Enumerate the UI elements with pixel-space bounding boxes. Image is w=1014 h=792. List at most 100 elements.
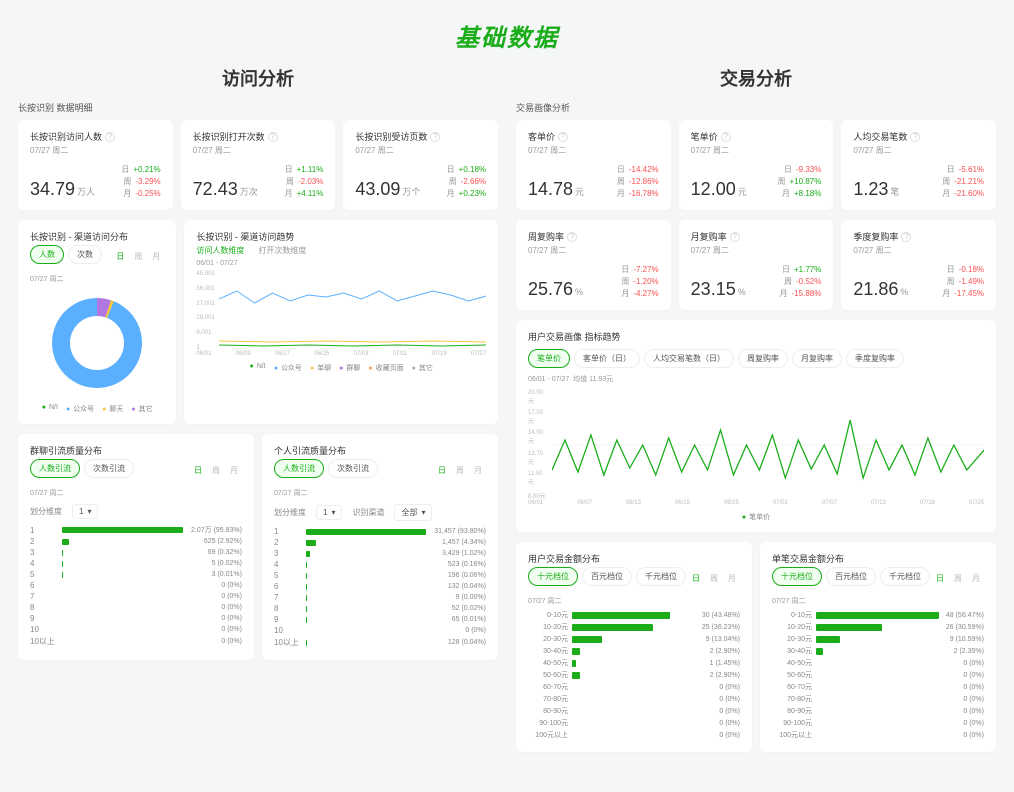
- date-label: 07/27 周二: [30, 488, 242, 498]
- period-toggle[interactable]: 日周月: [190, 463, 242, 478]
- tab-week[interactable]: 周复购率: [738, 349, 788, 368]
- dim-label: 划分维度: [274, 507, 306, 518]
- bar-row: 965 (0.01%): [274, 615, 486, 624]
- info-icon[interactable]: ?: [567, 232, 577, 242]
- info-icon[interactable]: ?: [558, 132, 568, 142]
- period-toggle[interactable]: 日周月: [688, 571, 740, 586]
- metric-value: 14.78: [528, 179, 573, 199]
- scan-select[interactable]: 全部 ▾: [394, 504, 432, 521]
- bar-row: 10以上0 (0%): [30, 636, 242, 647]
- metric-date: 07/27 周二: [528, 145, 659, 156]
- tab-ten[interactable]: 十元档位: [528, 567, 578, 586]
- bar-row: 70 (0%): [30, 592, 242, 601]
- period-toggle[interactable]: 日周月: [932, 571, 984, 586]
- bar-row: 5196 (0.06%): [274, 571, 486, 580]
- metric-title: 月复购率 ?: [691, 230, 822, 243]
- tab-times[interactable]: 次数: [68, 245, 102, 264]
- tab-month[interactable]: 月复购率: [792, 349, 842, 368]
- info-icon[interactable]: ?: [721, 132, 731, 142]
- bar-row: 2625 (2.92%): [30, 537, 242, 546]
- tab-times-flow[interactable]: 次数引流: [84, 459, 134, 478]
- personal-quality-card: 个人引流质量分布 人数引流 次数引流 日周月 07/27 周二 划分维度1 ▾ …: [262, 434, 498, 660]
- tab-visit-dim[interactable]: 访问人数维度: [196, 245, 244, 256]
- metric-value: 23.15: [691, 279, 736, 299]
- dist-bar-row: 50-60元2 (2.90%): [528, 670, 740, 680]
- bar-row: 12.07万 (95.83%): [30, 525, 242, 535]
- dist-bar-row: 10-20元26 (30.59%): [772, 622, 984, 632]
- tab-thousand[interactable]: 千元档位: [636, 567, 686, 586]
- tab-people-flow[interactable]: 人数引流: [30, 459, 80, 478]
- metric-unit: %: [575, 287, 583, 297]
- metric-card: 季度复购率 ? 07/27 周二 21.86% 日-0.18%周-1.49%月-…: [841, 220, 996, 310]
- tab-hundred[interactable]: 百元档位: [826, 567, 876, 586]
- dist-bar-row: 10-20元25 (36.23%): [528, 622, 740, 632]
- metric-card: 笔单价 ? 07/27 周二 12.00元 日-9.33%周+10.87%月+8…: [679, 120, 834, 210]
- visit-group-title: 长按识别 数据明细: [18, 101, 498, 114]
- metric-unit: %: [738, 287, 746, 297]
- metric-date: 07/27 周二: [30, 145, 161, 156]
- bar-row: 79 (0.00%): [274, 593, 486, 602]
- metric-title: 人均交易笔数 ?: [853, 130, 984, 143]
- avg-label: 均值: [573, 376, 587, 383]
- metric-date: 07/27 周二: [853, 245, 984, 256]
- info-icon[interactable]: ?: [730, 232, 740, 242]
- tab-people-flow[interactable]: 人数引流: [274, 459, 324, 478]
- bar-row: 53 (0.01%): [30, 570, 242, 579]
- tab-thousand[interactable]: 千元档位: [880, 567, 930, 586]
- metric-card: 周复购率 ? 07/27 周二 25.76% 日-7.27%周-1.20%月-4…: [516, 220, 671, 310]
- info-icon[interactable]: ?: [268, 132, 278, 142]
- metric-deltas: 日-5.61%周-21.21%月-21.60%: [942, 164, 984, 200]
- tab-open-dim[interactable]: 打开次数维度: [258, 245, 306, 256]
- period-toggle[interactable]: 日周月: [434, 463, 486, 478]
- info-icon[interactable]: ?: [901, 232, 911, 242]
- info-icon[interactable]: ?: [910, 132, 920, 142]
- metric-deltas: 日-9.33%周+10.87%月+8.18%: [778, 164, 822, 200]
- metric-card: 长按识别访问人数 ? 07/27 周二 34.79万人 日+0.21%周-3.2…: [18, 120, 173, 210]
- info-icon[interactable]: ?: [430, 132, 440, 142]
- dist-bar-row: 60-70元0 (0%): [528, 682, 740, 692]
- metric-value: 72.43: [193, 179, 238, 199]
- trend-legend: N/I 公众号 单聊 群聊 收藏页面 其它: [196, 363, 486, 373]
- bar-row: 100 (0%): [30, 625, 242, 634]
- tab-people[interactable]: 人数: [30, 245, 64, 264]
- metric-unit: 笔: [890, 187, 899, 197]
- dist-bar-row: 30-40元2 (2.35%): [772, 646, 984, 656]
- dim-select[interactable]: 1 ▾: [316, 505, 342, 520]
- metric-deltas: 日+0.18%周-2.66%月+0.23%: [447, 164, 486, 200]
- bar-row: 21,457 (4.34%): [274, 538, 486, 547]
- trade-group-title: 交易画像分析: [516, 101, 996, 114]
- dist-bar-row: 20-30元9 (13.04%): [528, 634, 740, 644]
- dim-label: 划分维度: [30, 506, 62, 517]
- bar-row: 6132 (0.04%): [274, 582, 486, 591]
- dist-bar-row: 70-80元0 (0%): [772, 694, 984, 704]
- metric-card: 月复购率 ? 07/27 周二 23.15% 日+1.77%周-0.52%月-1…: [679, 220, 834, 310]
- metric-date: 07/27 周二: [691, 245, 822, 256]
- donut-chart: [52, 298, 142, 388]
- tab-hundred[interactable]: 百元档位: [582, 567, 632, 586]
- info-icon[interactable]: ?: [105, 132, 115, 142]
- single-dist-card: 单笔交易金额分布 十元档位 百元档位 千元档位 日周月 07/27 周二 0-1…: [760, 542, 996, 752]
- tab-ten[interactable]: 十元档位: [772, 567, 822, 586]
- tab-times-flow[interactable]: 次数引流: [328, 459, 378, 478]
- bar-row: 33,429 (1.02%): [274, 549, 486, 558]
- card-title: 用户交易金额分布: [528, 552, 600, 565]
- tab-bidan[interactable]: 笔单价: [528, 349, 570, 368]
- metric-unit: 万次: [240, 187, 258, 197]
- tab-kedan[interactable]: 客单价（日）: [574, 349, 640, 368]
- metric-value: 43.09: [355, 179, 400, 199]
- bar-row: 100 (0%): [274, 626, 486, 635]
- metric-unit: 元: [575, 187, 584, 197]
- bar-row: 131,457 (93.80%): [274, 527, 486, 536]
- trade-section-title: 交易分析: [516, 65, 996, 91]
- dim-select[interactable]: 1 ▾: [72, 504, 98, 519]
- metric-card: 客单价 ? 07/27 周二 14.78元 日-14.42%周-12.86%月-…: [516, 120, 671, 210]
- tab-quarter[interactable]: 季度复购率: [846, 349, 904, 368]
- bar-row: 90 (0%): [30, 614, 242, 623]
- dist-bar-row: 30-40元2 (2.90%): [528, 646, 740, 656]
- metric-title: 长按识别受访页数 ?: [355, 130, 486, 143]
- dist-bar-row: 0-10元30 (43.48%): [528, 610, 740, 620]
- tab-renjun[interactable]: 人均交易笔数（日）: [644, 349, 734, 368]
- dist-bar-row: 40-50元0 (0%): [772, 658, 984, 668]
- metric-card: 长按识别打开次数 ? 07/27 周二 72.43万次 日+1.11%周-2.0…: [181, 120, 336, 210]
- period-toggle[interactable]: 日周月: [112, 249, 164, 264]
